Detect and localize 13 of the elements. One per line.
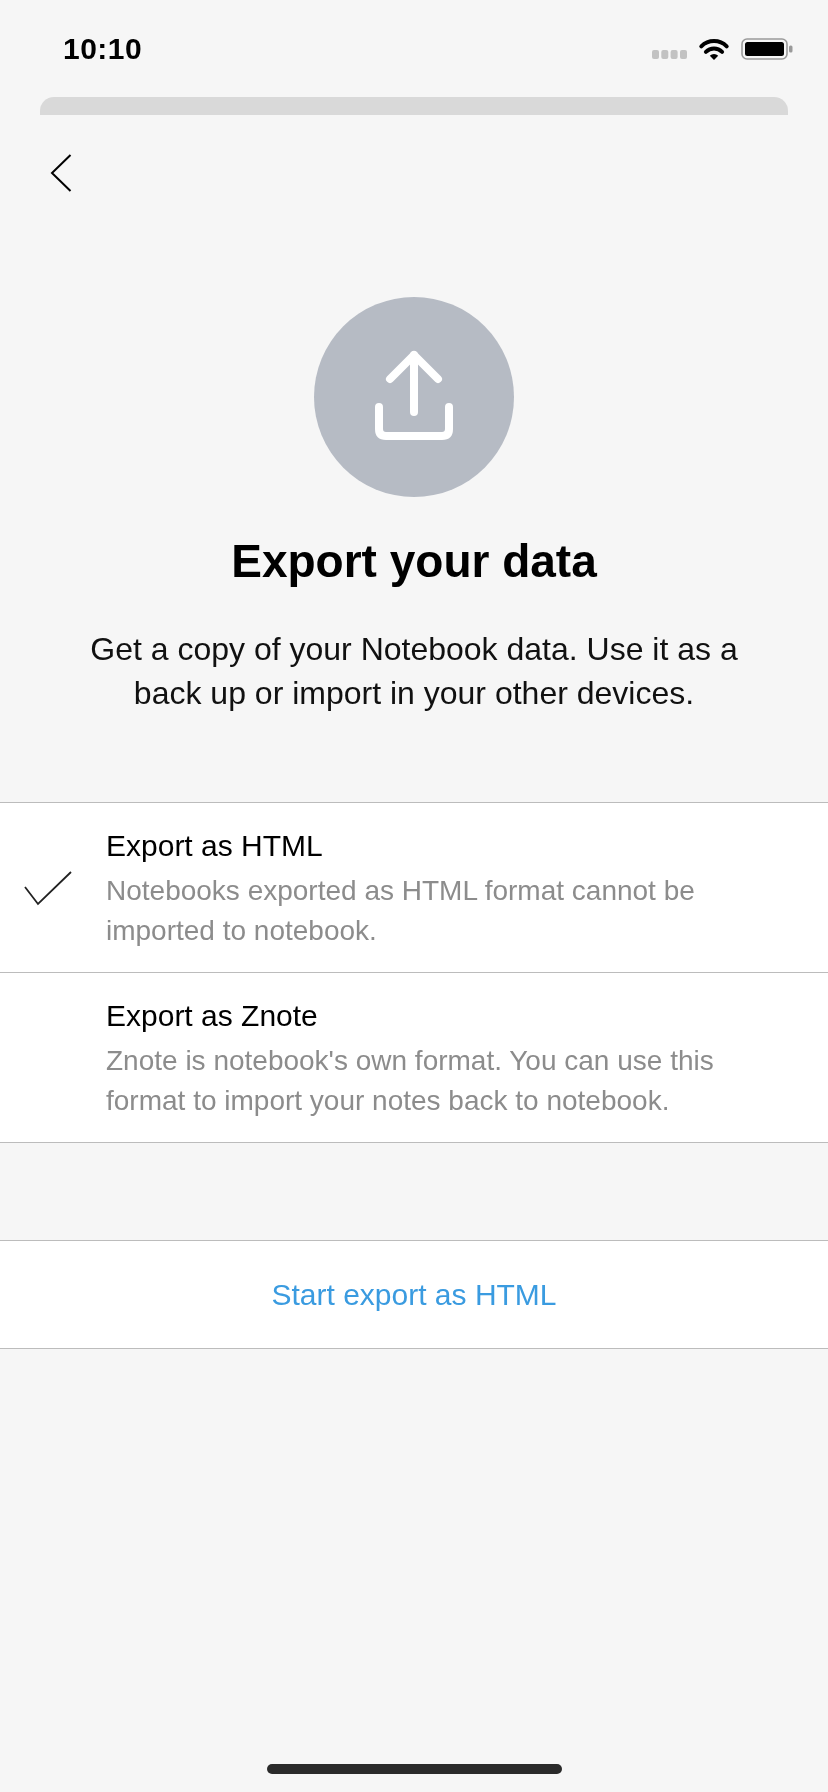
status-time: 10:10 [63,31,143,66]
signal-icon [652,50,687,59]
option-title: Export as HTML [106,828,324,864]
option-description: Znote is notebook's own format. You can use this format to import your notes back to notebook. [106,1044,715,1118]
option-title: Export as Znote [106,998,319,1034]
page-title: Export your data [230,534,598,588]
back-icon [50,154,72,192]
wifi-icon [698,36,730,61]
page-description: Get a copy of your Notebook data. Use it as a back up or import in your other devices. [89,630,739,713]
battery-icon [741,37,793,60]
option-description: Notebooks exported as HTML format cannot be imported to notebook. [106,874,696,948]
back-button[interactable] [50,154,72,192]
upload-icon [314,297,514,497]
